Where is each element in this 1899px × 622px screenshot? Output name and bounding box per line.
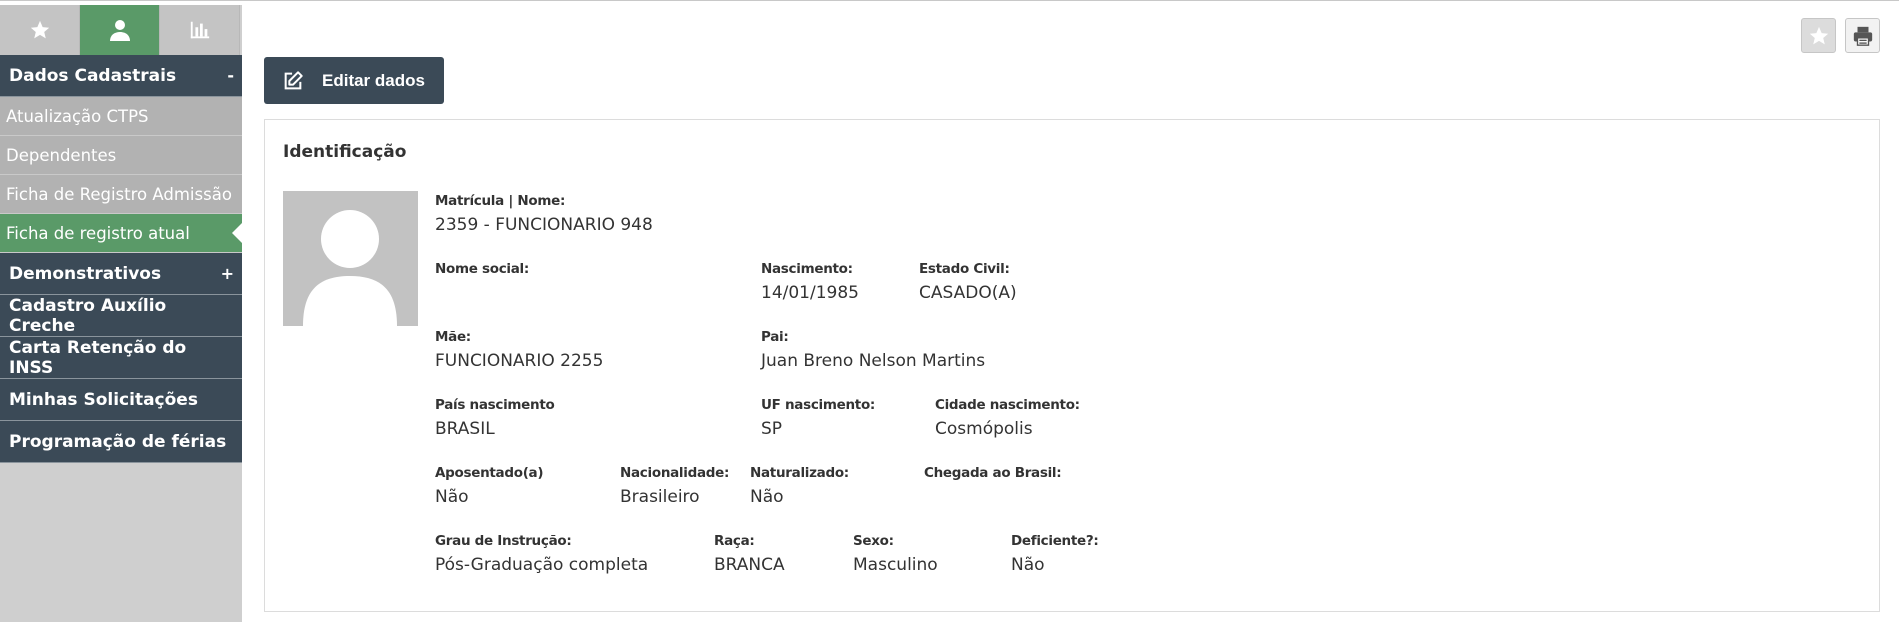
- field-mae: Mãe: FUNCIONARIO 2255: [435, 329, 603, 371]
- sidebar-item-ficha-atual[interactable]: Ficha de registro atual: [0, 214, 242, 253]
- field-aposentado: Aposentado(a) Não: [435, 465, 544, 507]
- field-label: Pai:: [761, 329, 789, 345]
- field-label: Cidade nascimento:: [935, 397, 1080, 413]
- sidebar: Dados Cadastrais - Atualização CTPS Depe…: [0, 5, 242, 622]
- main-content: Editar dados Identificação Matrícula | N…: [242, 5, 1899, 622]
- nav-group-demonstrativos[interactable]: Demonstrativos +: [0, 253, 242, 295]
- sidebar-item-auxilio-creche[interactable]: Cadastro Auxílio Creche: [0, 295, 242, 337]
- top-actions: [1801, 18, 1880, 53]
- field-label: Estado Civil:: [919, 261, 1010, 277]
- field-uf-nascimento: UF nascimento: SP: [761, 397, 875, 439]
- field-label: Chegada ao Brasil:: [924, 465, 1062, 481]
- field-value: Não: [435, 487, 469, 507]
- sidebar-item-carta-inss[interactable]: Carta Retenção do INSS: [0, 337, 242, 379]
- field-label: Grau de Instrução:: [435, 533, 572, 549]
- field-nome-social: Nome social:: [435, 261, 529, 283]
- field-value: Pós-Graduação completa: [435, 555, 649, 575]
- field-value: CASADO(A): [919, 283, 1017, 303]
- field-value: FUNCIONARIO 2255: [435, 351, 604, 371]
- field-matricula: Matrícula | Nome: 2359 - FUNCIONARIO 948: [435, 193, 653, 235]
- field-label: Nome social:: [435, 261, 529, 277]
- bar-chart-icon: [190, 21, 209, 39]
- nav-group-dados-cadastrais[interactable]: Dados Cadastrais -: [0, 55, 242, 97]
- field-value: SP: [761, 419, 783, 439]
- sidebar-item-solicitacoes[interactable]: Minhas Solicitações: [0, 379, 242, 421]
- field-sexo: Sexo: Masculino: [853, 533, 938, 575]
- field-label: Matrícula | Nome:: [435, 193, 566, 209]
- field-label: UF nascimento:: [761, 397, 876, 413]
- field-label: Mãe:: [435, 329, 471, 345]
- field-label: Nacionalidade:: [620, 465, 730, 481]
- field-deficiente: Deficiente?: Não: [1011, 533, 1099, 575]
- field-value: BRANCA: [714, 555, 785, 575]
- expand-toggle[interactable]: +: [221, 264, 234, 283]
- sidebar-item-label: Carta Retenção do INSS: [9, 337, 187, 378]
- field-value: 14/01/1985: [761, 283, 859, 303]
- user-icon: [109, 20, 130, 41]
- sidebar-item-label: Minhas Solicitações: [9, 389, 198, 410]
- field-raca: Raça: BRANCA: [714, 533, 785, 575]
- field-label: Raça:: [714, 533, 755, 549]
- tab-profile[interactable]: [80, 5, 160, 55]
- edit-data-button[interactable]: Editar dados: [264, 57, 444, 104]
- tab-favorites[interactable]: [0, 5, 80, 55]
- sidebar-item-label: Cadastro Auxílio Creche: [9, 295, 167, 336]
- field-value: Não: [1011, 555, 1045, 575]
- field-value: Brasileiro: [620, 487, 700, 507]
- field-label: Aposentado(a): [435, 465, 544, 481]
- field-value: 2359 - FUNCIONARIO 948: [435, 215, 653, 235]
- sidebar-item-atualizacao-ctps[interactable]: Atualização CTPS: [0, 97, 242, 136]
- field-label: País nascimento: [435, 397, 555, 413]
- avatar: [283, 191, 418, 326]
- sidebar-item-ficha-admissao[interactable]: Ficha de Registro Admissão: [0, 175, 242, 214]
- collapse-toggle[interactable]: -: [227, 66, 234, 85]
- field-value: Masculino: [853, 555, 938, 575]
- field-nacionalidade: Nacionalidade: Brasileiro: [620, 465, 729, 507]
- field-value: BRASIL: [435, 419, 495, 439]
- field-value: Não: [750, 487, 784, 507]
- field-naturalizado: Naturalizado: Não: [750, 465, 849, 507]
- field-pai: Pai: Juan Breno Nelson Martins: [761, 329, 985, 371]
- printer-icon: [1853, 26, 1872, 46]
- star-icon: [30, 20, 49, 39]
- field-pais-nascimento: País nascimento BRASIL: [435, 397, 555, 439]
- star-icon: [1809, 26, 1828, 44]
- sidebar-item-dependentes[interactable]: Dependentes: [0, 136, 242, 175]
- field-grau-instrucao: Grau de Instrução: Pós-Graduação complet…: [435, 533, 648, 575]
- sidebar-item-ferias[interactable]: Programação de férias: [0, 421, 242, 463]
- edit-button-label: Editar dados: [322, 70, 425, 90]
- card-title: Identificação: [283, 142, 407, 162]
- field-label: Sexo:: [853, 533, 894, 549]
- app-frame: Dados Cadastrais - Atualização CTPS Depe…: [0, 0, 1899, 622]
- field-chegada-brasil: Chegada ao Brasil:: [924, 465, 1062, 487]
- user-placeholder-icon: [303, 210, 397, 326]
- nav-group-label: Demonstrativos: [9, 263, 162, 284]
- nav-group-label: Dados Cadastrais: [9, 65, 177, 86]
- field-value: Juan Breno Nelson Martins: [761, 351, 986, 371]
- field-value: Cosmópolis: [935, 419, 1033, 439]
- field-label: Naturalizado:: [750, 465, 849, 481]
- print-button[interactable]: [1845, 18, 1880, 53]
- sidebar-tabs: [0, 5, 242, 55]
- tab-reports[interactable]: [160, 5, 240, 55]
- favorite-button[interactable]: [1801, 18, 1836, 53]
- field-cidade-nascimento: Cidade nascimento: Cosmópolis: [935, 397, 1080, 439]
- field-nascimento: Nascimento: 14/01/1985: [761, 261, 859, 303]
- field-label: Deficiente?:: [1011, 533, 1099, 549]
- sidebar-item-label: Programação de férias: [9, 431, 227, 452]
- field-estado-civil: Estado Civil: CASADO(A): [919, 261, 1017, 303]
- edit-icon: [284, 70, 303, 89]
- identification-card: Identificação Matrícula | Nome: 2359 - F…: [264, 119, 1880, 612]
- field-label: Nascimento:: [761, 261, 853, 277]
